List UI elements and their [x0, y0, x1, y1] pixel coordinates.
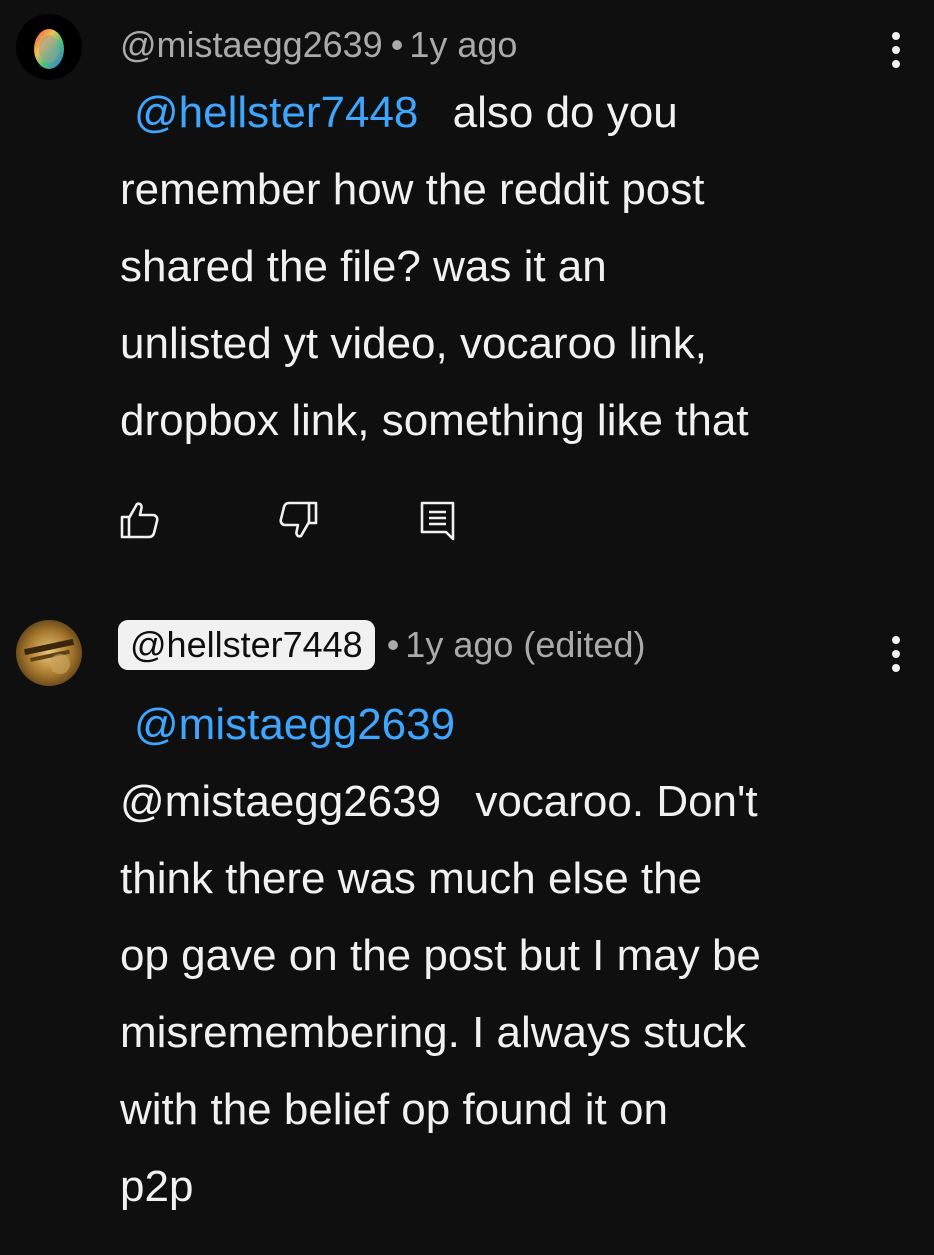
comment-text: also do you — [452, 88, 678, 137]
comment-time: 1y ago (edited) — [405, 624, 646, 665]
meta-separator: • — [390, 24, 404, 65]
meta-separator: • — [386, 624, 400, 665]
guitar-avatar-icon — [16, 620, 82, 686]
comment-body: @hellster7448 also do you remember how t… — [120, 74, 910, 459]
thumbs-down-icon — [279, 501, 318, 538]
vertical-dots-icon — [892, 32, 900, 68]
like-button[interactable] — [118, 498, 162, 542]
comment-line: op gave on the post but I may be — [120, 931, 761, 980]
comment-meta: @hellster7448 • 1y ago (edited) — [118, 620, 645, 670]
comment-line: think there was much else the — [120, 854, 703, 903]
vertical-dots-icon — [892, 636, 900, 672]
reply-to-line: @mistaegg2639 — [120, 686, 910, 763]
comment-line: remember how the reddit post — [120, 165, 705, 214]
mention-link[interactable]: @hellster7448 — [134, 88, 418, 137]
more-options-button[interactable] — [876, 624, 916, 684]
comment-line: with the belief op found it on — [120, 1085, 668, 1134]
thumbs-up-icon — [120, 502, 159, 539]
comment-line: p2p — [120, 1162, 194, 1211]
reply-comment-icon — [420, 501, 455, 541]
egg-avatar-icon — [16, 14, 82, 80]
comment-author[interactable]: @mistaegg2639 — [120, 24, 383, 66]
avatar[interactable] — [16, 14, 82, 80]
more-options-button[interactable] — [876, 20, 916, 80]
comment-line: shared the file? was it an — [120, 242, 607, 291]
comment-meta: @mistaegg2639 • 1y ago — [120, 24, 517, 66]
comment-author-badge[interactable]: @hellster7448 — [118, 620, 375, 670]
comment-body: @mistaegg2639 @mistaegg2639 vocaroo. Don… — [120, 686, 910, 1225]
comment-line: dropbox link, something like that — [120, 396, 749, 445]
comment-mention: @mistaegg2639 — [120, 777, 442, 826]
comment-line: misremembering. I always stuck — [120, 1008, 746, 1057]
reply-to-link[interactable]: @mistaegg2639 — [134, 700, 455, 749]
comment-line: @mistaegg2639 vocaroo. Don't — [120, 763, 910, 840]
comment-text: vocaroo. Don't — [475, 777, 758, 826]
comment-line: @hellster7448 also do you — [120, 74, 910, 151]
reply-button[interactable] — [416, 498, 460, 542]
comment-line: unlisted yt video, vocaroo link, — [120, 319, 707, 368]
dislike-button[interactable] — [276, 498, 320, 542]
avatar[interactable] — [16, 620, 82, 686]
comment-time: 1y ago — [409, 24, 518, 65]
